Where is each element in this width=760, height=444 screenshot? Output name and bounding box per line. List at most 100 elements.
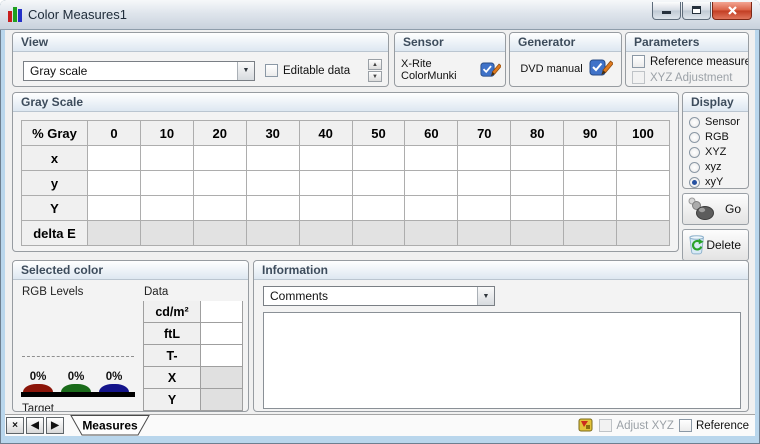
gray-table-cell[interactable]: [193, 196, 246, 221]
gray-scale-groupbox-title: Gray Scale: [13, 93, 678, 112]
comments-textarea[interactable]: [263, 312, 741, 409]
gray-table-cell[interactable]: [617, 196, 670, 221]
gray-table-cell[interactable]: [140, 171, 193, 196]
view-dropdown[interactable]: Gray scale ▼: [23, 61, 255, 81]
parameter-option-label: XYZ Adjustment: [650, 72, 732, 84]
color-measures-window: Color Measures1 View Gray scale ▼: [0, 0, 760, 444]
page-nav-buttons: ×◀▶: [6, 417, 64, 434]
display-option-XYZ[interactable]: XYZ: [689, 146, 742, 158]
view-dropdown-arrow-icon[interactable]: ▼: [237, 62, 254, 80]
gray-table-cell[interactable]: [246, 146, 299, 171]
gray-scale-table: % Gray0102030405060708090100xyYdelta E: [21, 120, 670, 246]
display-option-RGB[interactable]: RGB: [689, 131, 742, 143]
gray-table-cell[interactable]: [299, 171, 352, 196]
radio-icon[interactable]: [689, 177, 700, 188]
gray-table-cell[interactable]: [246, 196, 299, 221]
generator-edit-icon[interactable]: [589, 58, 613, 79]
gray-table-cell[interactable]: [352, 146, 405, 171]
radio-icon[interactable]: [689, 132, 700, 143]
gray-table-cell[interactable]: [564, 146, 617, 171]
next-page-button[interactable]: ▶: [46, 417, 64, 434]
recycle-bin-icon: [687, 234, 706, 256]
prev-page-button[interactable]: ◀: [26, 417, 44, 434]
gray-table-cell[interactable]: [405, 221, 458, 246]
gray-table-cell[interactable]: [511, 196, 564, 221]
gray-table-cell[interactable]: [458, 196, 511, 221]
minimize-button[interactable]: [652, 2, 681, 20]
gray-table-cell[interactable]: [140, 221, 193, 246]
gray-table-cell[interactable]: [564, 221, 617, 246]
window-controls: [652, 2, 752, 20]
gray-table-cell[interactable]: [193, 171, 246, 196]
xyz-adjustment-checkbox[interactable]: [632, 71, 645, 84]
gray-table-cell[interactable]: [299, 146, 352, 171]
gray-table-cell[interactable]: [246, 221, 299, 246]
gray-table-cell[interactable]: [352, 221, 405, 246]
display-option-label: xyY: [705, 176, 723, 188]
gray-table-cell[interactable]: [246, 171, 299, 196]
delete-button[interactable]: Delete: [682, 229, 749, 261]
gray-table-cell[interactable]: [88, 146, 141, 171]
gray-table-cell[interactable]: [299, 221, 352, 246]
information-dropdown-arrow-icon[interactable]: ▼: [477, 287, 494, 305]
gray-table-cell[interactable]: [405, 171, 458, 196]
gray-table-cell[interactable]: [458, 146, 511, 171]
measures-tab-label: Measures: [82, 419, 138, 433]
gray-table-cell[interactable]: [511, 171, 564, 196]
editable-data-checkbox[interactable]: [265, 64, 278, 77]
reference-label: Reference: [696, 420, 749, 432]
gray-table-cell[interactable]: [458, 221, 511, 246]
view-groupbox-title: View: [13, 33, 388, 52]
gray-table-cell[interactable]: [617, 146, 670, 171]
display-option-xyY[interactable]: xyY: [689, 176, 742, 188]
selected-color-groupbox: Selected color RGB Levels Data 0%0%0% Ta…: [12, 260, 249, 412]
gray-table-cell[interactable]: [88, 221, 141, 246]
display-groupbox-title: Display: [683, 93, 748, 112]
radio-icon[interactable]: [689, 147, 700, 158]
parameter-option: XYZ Adjustment: [632, 71, 742, 84]
gray-table-cell[interactable]: [511, 146, 564, 171]
target-label: Target: [22, 403, 54, 412]
gray-table-cell[interactable]: [140, 146, 193, 171]
gray-table-cell[interactable]: [458, 171, 511, 196]
radio-icon[interactable]: [689, 117, 700, 128]
spinner-up-button[interactable]: ▲: [368, 59, 382, 70]
radio-icon[interactable]: [689, 162, 700, 173]
gray-table-cell[interactable]: [352, 171, 405, 196]
gray-table-cell[interactable]: [193, 146, 246, 171]
gray-table-cell[interactable]: [564, 171, 617, 196]
gray-table-cell[interactable]: [617, 221, 670, 246]
gray-table-cell[interactable]: [193, 221, 246, 246]
measures-tab[interactable]: Measures: [70, 415, 150, 436]
restore-button[interactable]: [682, 2, 711, 20]
sensor-edit-icon[interactable]: [480, 60, 501, 81]
rgb-bar-mound: [23, 384, 53, 392]
data-row-value: [201, 301, 243, 323]
delete-button-label: Delete: [706, 238, 741, 252]
reference-checkbox[interactable]: [679, 419, 692, 432]
gray-table-cell[interactable]: [352, 196, 405, 221]
gray-table-cell[interactable]: [617, 171, 670, 196]
close-icon: [727, 5, 738, 16]
gray-table-cell[interactable]: [511, 221, 564, 246]
display-option-Sensor[interactable]: Sensor: [689, 116, 742, 128]
close-button[interactable]: [712, 2, 752, 20]
gray-table-cell[interactable]: [405, 146, 458, 171]
spinner-down-button[interactable]: ▼: [368, 71, 382, 82]
gray-table-cell[interactable]: [405, 196, 458, 221]
gray-table-cell[interactable]: [299, 196, 352, 221]
gray-table-cell[interactable]: [140, 196, 193, 221]
adjust-xyz-checkbox[interactable]: [599, 419, 612, 432]
gray-table-row-header: y: [22, 171, 88, 196]
gray-table-column-header: 60: [405, 121, 458, 146]
reference-measure-checkbox[interactable]: [632, 55, 645, 68]
information-dropdown[interactable]: Comments ▼: [263, 286, 495, 306]
gray-table-cell[interactable]: [564, 196, 617, 221]
data-row-label: ftL: [143, 322, 201, 345]
gray-table-row: delta E: [22, 221, 670, 246]
close-page-button[interactable]: ×: [6, 417, 24, 434]
display-option-xyz[interactable]: xyz: [689, 161, 742, 173]
gray-table-cell[interactable]: [88, 196, 141, 221]
go-button[interactable]: Go: [682, 193, 749, 225]
gray-table-cell[interactable]: [88, 171, 141, 196]
